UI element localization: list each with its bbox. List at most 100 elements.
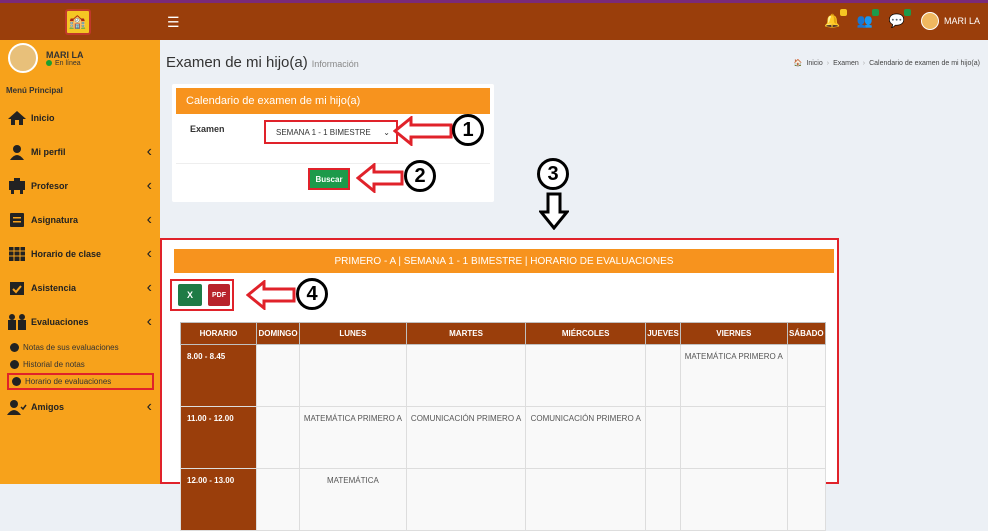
table-cell: [525, 344, 646, 407]
sidebar-item-amigos[interactable]: Amigos ‹: [0, 390, 160, 424]
table-cell: [255, 468, 301, 531]
notifications-bell-icon[interactable]: 🔔: [824, 9, 847, 29]
hour-cell: 11.00 - 12.00: [180, 406, 257, 469]
messages-icon[interactable]: 💬: [889, 9, 911, 29]
app-logo[interactable]: 🏫: [0, 3, 155, 40]
table-cell: [255, 406, 301, 469]
calendar-grid-icon: [6, 246, 28, 262]
avatar: [8, 43, 38, 73]
table-cell: [644, 468, 682, 531]
column-header: LUNES: [299, 322, 407, 345]
column-header: JUEVES: [644, 322, 682, 345]
column-header: MARTES: [405, 322, 527, 345]
exam-select[interactable]: SEMANA 1 - 1 BIMESTRE ⌄: [264, 120, 398, 144]
book-icon: [6, 212, 28, 228]
sidebar-item-inicio[interactable]: Inicio: [0, 101, 160, 135]
avatar: [920, 12, 939, 30]
pdf-export-icon[interactable]: PDF: [208, 284, 230, 306]
exam-label: Examen: [190, 124, 225, 134]
school-logo-icon: 🏫: [64, 8, 91, 35]
sidebar-item-asistencia[interactable]: Asistencia ‹: [0, 271, 160, 305]
filter-panel-header: Calendario de examen de mi hijo(a): [176, 88, 490, 114]
exam-schedule-panel: PRIMERO - A | SEMANA 1 - 1 BIMESTRE | HO…: [160, 238, 839, 531]
chevron-left-icon: ‹: [146, 313, 152, 330]
table-cell: MATEMÁTICA: [299, 468, 407, 531]
table-cell: [680, 468, 788, 531]
sidebar-subitem-notas[interactable]: Notas de sus evaluaciones: [0, 339, 160, 356]
home-icon: [6, 110, 28, 126]
table-cell: COMUNICACIÓN PRIMERO A: [405, 406, 527, 469]
excel-export-icon[interactable]: X: [178, 284, 202, 306]
arrow-annotation-3: [539, 192, 569, 230]
breadcrumb: 🏠 Inicio › Examen › Calendario de examen…: [793, 59, 980, 68]
table-cell: MATEMÁTICA PRIMERO A: [680, 344, 788, 407]
page-subtitle: Información: [311, 59, 359, 69]
table-cell: [680, 406, 788, 469]
sidebar-item-evaluaciones[interactable]: Evaluaciones ‹: [0, 305, 160, 339]
chevron-down-icon: ⌄: [383, 127, 390, 137]
step-number-2: 2: [404, 160, 436, 192]
exam-schedule-table: HORARIO DOMINGO LUNES MARTES MIÉRCOLES J…: [180, 322, 827, 531]
user-icon: [6, 144, 28, 160]
online-dot-icon: [46, 60, 52, 66]
table-cell: [786, 468, 827, 531]
bullet-icon: [10, 360, 19, 369]
user-check-icon: [6, 399, 28, 415]
table-cell: COMUNICACIÓN PRIMERO A: [525, 406, 646, 469]
sidebar: MARI LA En línea Menú Principal Inicio M…: [0, 40, 160, 484]
table-cell: [644, 406, 682, 469]
chevron-left-icon: ‹: [146, 177, 152, 194]
table-row: 11.00 - 12.00 MATEMÁTICA PRIMERO A COMUN…: [180, 406, 827, 469]
user-name-top: MARI LA: [943, 16, 980, 26]
column-header: DOMINGO: [255, 322, 301, 345]
table-cell: [786, 344, 827, 407]
search-button[interactable]: Buscar: [308, 168, 350, 190]
users-group-icon: [6, 314, 28, 330]
table-cell: [405, 344, 527, 407]
table-cell: [525, 468, 646, 531]
bullet-icon: [12, 377, 21, 386]
sidebar-item-mi-perfil[interactable]: Mi perfil ‹: [0, 135, 160, 169]
sidebar-subitem-horario-evaluaciones[interactable]: Horario de evaluaciones: [7, 373, 154, 390]
step-number-4: 4: [296, 278, 328, 310]
table-cell: [405, 468, 527, 531]
chevron-left-icon: ‹: [146, 211, 152, 228]
main-content: Examen de mi hijo(a) Información 🏠 Inicio…: [160, 40, 988, 531]
sidebar-item-asignatura[interactable]: Asignatura ‹: [0, 203, 160, 237]
table-cell: [786, 406, 827, 469]
table-cell: [644, 344, 682, 407]
home-icon: 🏠: [793, 60, 803, 67]
menu-toggle-icon[interactable]: ☰: [167, 14, 180, 31]
table-cell: [255, 344, 301, 407]
online-status: En línea: [46, 60, 84, 67]
friends-requests-icon[interactable]: 👥: [857, 9, 879, 29]
user-menu[interactable]: MARI LA: [920, 12, 980, 30]
calendar-check-icon: [6, 280, 28, 296]
sidebar-item-profesor[interactable]: Profesor ‹: [0, 169, 160, 203]
arrow-annotation-4: [246, 280, 296, 310]
sidebar-subitem-historial[interactable]: Historial de notas: [0, 356, 160, 373]
arrow-annotation-2: [356, 163, 404, 193]
hour-cell: 8.00 - 8.45: [180, 344, 257, 407]
bullet-icon: [10, 343, 19, 352]
column-header: MIÉRCOLES: [525, 322, 646, 345]
column-header: HORARIO: [180, 322, 257, 345]
hour-cell: 12.00 - 13.00: [180, 468, 257, 531]
sidebar-user-panel: MARI LA En línea: [0, 40, 160, 76]
export-toolbar: X PDF: [170, 279, 234, 311]
breadcrumb-examen[interactable]: Examen: [833, 60, 859, 67]
menu-header: Menú Principal: [6, 86, 63, 95]
table-cell: [299, 344, 407, 407]
teacher-icon: [6, 178, 28, 194]
sidebar-user-name: MARI LA: [46, 49, 84, 60]
chevron-left-icon: ‹: [146, 143, 152, 160]
step-number-1: 1: [452, 114, 484, 146]
arrow-annotation-1: [393, 116, 453, 146]
column-header: SÁBADO: [786, 322, 827, 345]
breadcrumb-current: Calendario de examen de mi hijo(a): [869, 59, 980, 67]
top-navbar: 🏫 ☰ 🔔 👥 💬 MARI LA: [0, 0, 988, 40]
sidebar-item-horario-de-clase[interactable]: Horario de clase ‹: [0, 237, 160, 271]
breadcrumb-inicio[interactable]: Inicio: [806, 60, 822, 67]
table-row: 8.00 - 8.45 MATEMÁTICA PRIMERO A: [180, 344, 827, 407]
chevron-left-icon: ‹: [146, 398, 152, 415]
